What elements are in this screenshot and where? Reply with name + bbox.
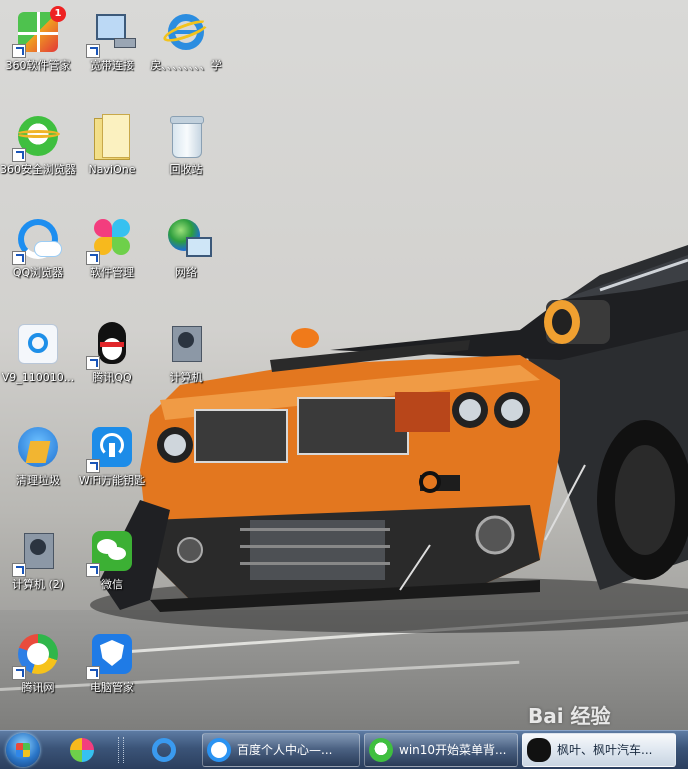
shortcut-arrow-icon [12,563,26,577]
icon-label: 计算机 [169,371,203,384]
internet-explorer-icon [161,8,211,56]
desktop-icon-computer[interactable]: 计算机 [148,320,224,384]
shortcut-arrow-icon [86,251,100,265]
desktop-icon-360-browser[interactable]: 360安全浏览器 [0,112,76,176]
desktop-icon-wechat[interactable]: 微信 [74,527,150,591]
icon-label: 回收站 [169,163,203,176]
icon-label: NaviOne [88,163,136,176]
taskbar-window-baidu[interactable]: 百度个人中心—... [202,733,360,767]
taskbar-window-win10[interactable]: win10开始菜单背... [364,733,518,767]
desktop-icon-navione[interactable]: NaviOne [74,112,150,176]
internet-explorer-icon [152,738,176,762]
taskbar-pin-software-manager[interactable] [66,734,98,766]
qq-browser-icon [12,215,62,265]
broom-icon [14,423,62,471]
wechat-icon [86,527,136,577]
app-grid-icon: 1 [12,6,66,58]
shortcut-arrow-icon [12,666,26,680]
taskbar: 百度个人中心—... win10开始菜单背... 枫叶、枫叶汽车... [0,730,688,769]
pc-manager-icon [86,630,136,680]
software-manager-icon [70,738,94,762]
desktop-icon-internet-explorer[interactable]: 戻、、、、、、、、学 [148,8,224,72]
shortcut-arrow-icon [12,44,26,58]
desktop-icon-tencent-news[interactable]: 腾讯网 [0,630,76,694]
shortcut-arrow-icon [86,666,100,680]
shortcut-arrow-icon [12,251,26,265]
shortcut-arrow-icon [86,356,100,370]
taskbar-window-title: 枫叶、枫叶汽车... [557,743,653,757]
folder-icon [88,112,136,160]
taskbar-window-title: win10开始菜单背... [399,743,507,757]
icon-label: 清理垃圾 [16,474,60,487]
start-button[interactable] [6,733,40,767]
windows-logo-icon [16,743,30,757]
browser-360-icon [12,112,62,162]
icon-label: 360安全浏览器 [0,163,76,176]
notification-badge: 1 [50,6,66,22]
desktop-icon-network[interactable]: 网络 [148,215,224,279]
taskbar-window-qq-chat[interactable]: 枫叶、枫叶汽车... [522,733,676,767]
icon-label: 360软件管家 [5,59,71,72]
icon-label: 计算机 (2) [11,578,65,591]
icon-label: WiFi万能钥匙 [78,474,146,487]
qq-penguin-icon [86,320,136,370]
network-connection-icon [86,8,136,58]
shortcut-arrow-icon [12,148,26,162]
desktop-icon-software-manager[interactable]: 软件管理 [74,215,150,279]
desktop-icon-computer-2[interactable]: 计算机 (2) [0,527,76,591]
desktop-icon-qq-browser[interactable]: QQ浏览器 [0,215,76,279]
desktop-icon-clean-junk[interactable]: 清理垃圾 [0,423,76,487]
icon-label: QQ浏览器 [12,266,64,279]
computer-icon [12,527,62,577]
software-manager-icon [86,215,136,265]
browser-360-icon [369,738,393,762]
icon-label: 微信 [101,578,123,591]
qq-browser-icon [207,738,231,762]
icon-label: 戻、、、、、、、、学 [150,59,222,72]
computer-icon [162,320,210,368]
taskbar-window-title: 百度个人中心—... [237,743,333,757]
icon-label: 宽带连接 [90,59,134,72]
desktop-icon-broadband[interactable]: 宽带连接 [74,8,150,72]
qq-penguin-icon [527,738,551,762]
taskbar-pin-internet-explorer[interactable] [148,734,180,766]
desktop-wallpaper: 1 360软件管家 360安全浏览器 QQ浏览器 V9_110010... 清理… [0,0,688,730]
desktop-icon-pc-manager[interactable]: 电脑管家 [74,630,150,694]
installer-icon [14,320,62,368]
desktop-icon-wifi-key[interactable]: WiFi万能钥匙 [74,423,150,487]
desktop-icon-tencent-qq[interactable]: 腾讯QQ [74,320,150,384]
shortcut-arrow-icon [86,44,100,58]
icon-label: 电脑管家 [90,681,134,694]
icon-label: 软件管理 [90,266,134,279]
desktop-icon-recycle-bin[interactable]: 回收站 [148,112,224,176]
shortcut-arrow-icon [86,459,100,473]
desktop-icon-v9-installer[interactable]: V9_110010... [0,320,76,384]
recycle-bin-icon [162,112,210,160]
taskbar-separator [118,737,124,763]
tencent-news-icon [12,630,62,680]
wifi-key-icon [86,423,136,473]
baidu-watermark: Bai 经验 [528,704,611,728]
icon-label: 腾讯QQ [92,371,132,384]
shortcut-arrow-icon [86,563,100,577]
icon-label: 腾讯网 [21,681,55,694]
icon-label: 网络 [175,266,197,279]
icon-label: V9_110010... [1,371,75,384]
network-globe-icon [162,215,212,263]
desktop-icon-360-software-manager[interactable]: 1 360软件管家 [0,6,76,72]
